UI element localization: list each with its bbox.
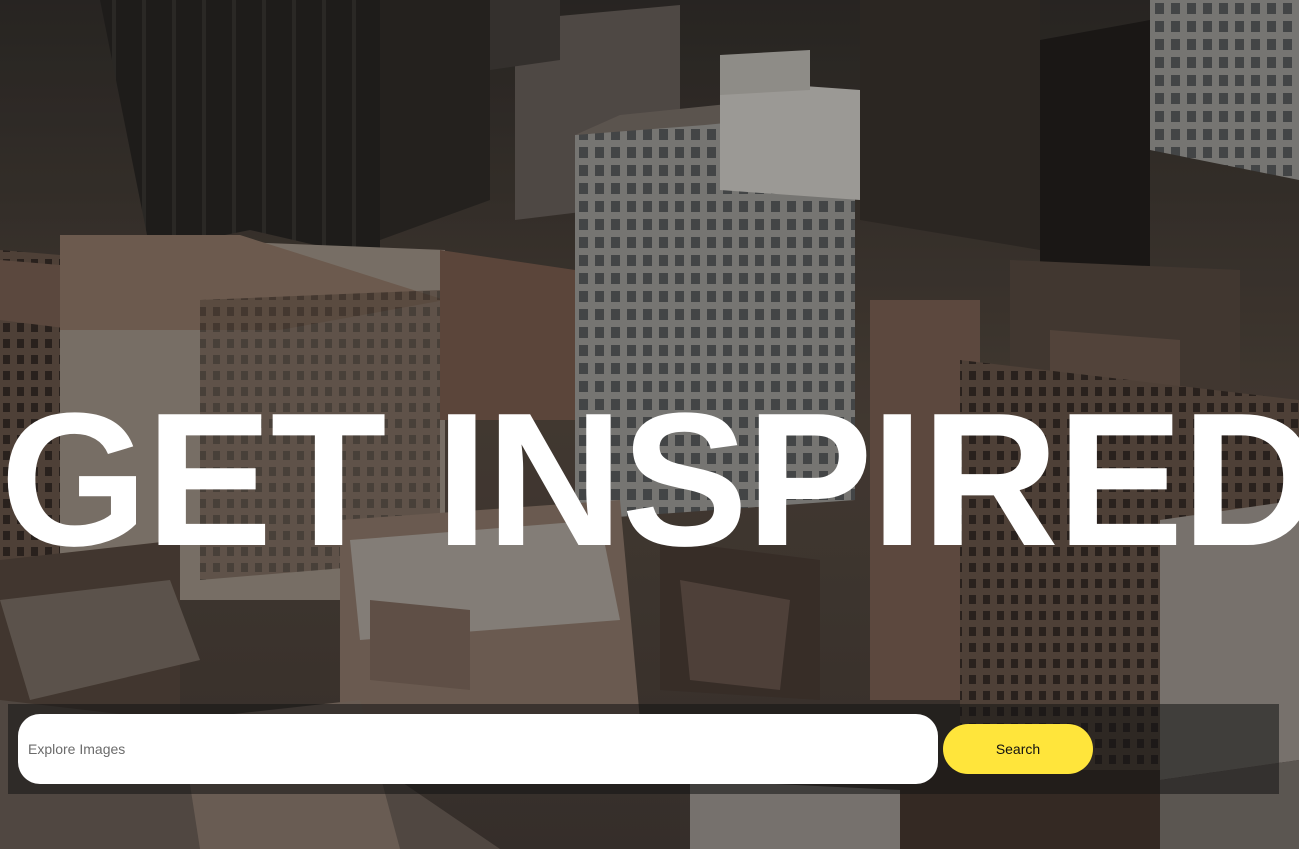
search-bar: Search [8,704,1279,794]
hero-headline: GET INSPIRED [0,374,1299,586]
hero-section: GET INSPIRED Search [0,0,1299,849]
search-button[interactable]: Search [943,724,1093,774]
search-input[interactable] [18,714,938,784]
